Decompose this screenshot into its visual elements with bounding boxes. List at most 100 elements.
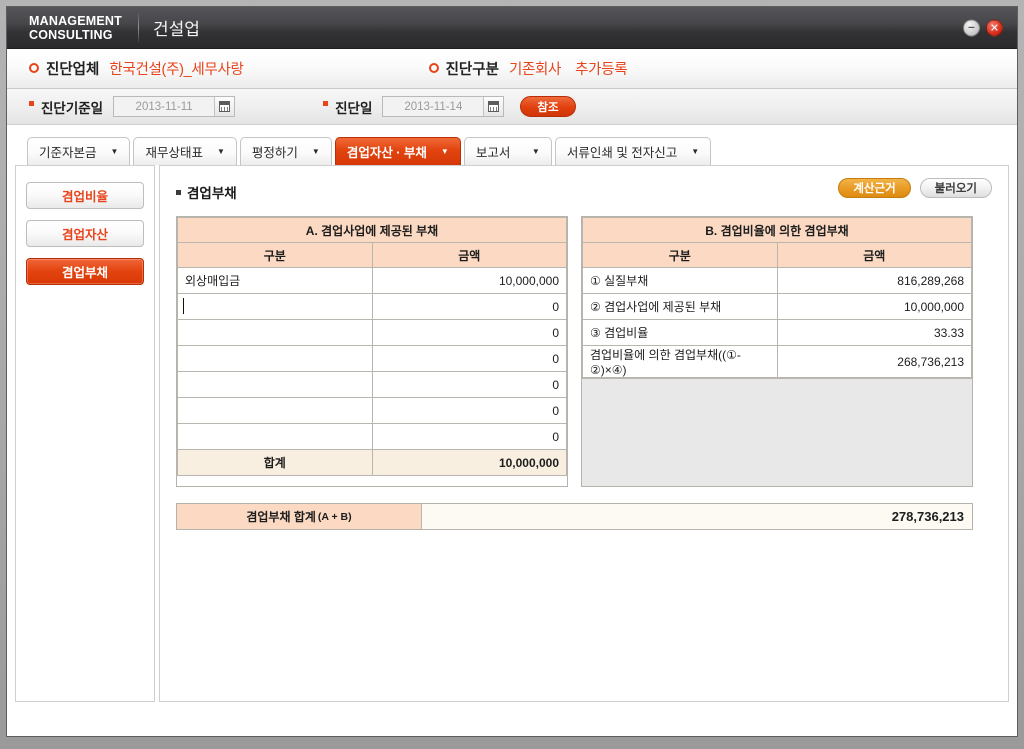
table-row[interactable]: 0 [177, 371, 567, 398]
category-value-secondary: 추가등록 [575, 62, 628, 78]
base-date-calendar-button[interactable] [214, 97, 235, 116]
title-bar: MANAGEMENT CONSULTING 건설업 – ✕ [7, 7, 1017, 49]
table-b-col-amount: 금액 [776, 242, 972, 268]
table-a-row-0-amount[interactable]: 10,000,000 [371, 267, 567, 294]
close-button[interactable]: ✕ [986, 19, 1003, 36]
table-a-row-0-name[interactable]: 외상매입금 [177, 267, 373, 294]
category-label: 진단구분 [445, 62, 499, 78]
table-b-header-row: 구분 금액 [582, 242, 972, 268]
table-b-container: B. 겸업비율에 의한 겸업부채 구분 금액 ① 실질부채 816,289,26… [581, 216, 973, 487]
diagnosis-date-input[interactable] [383, 97, 484, 116]
sidebar-item-side-liabilities[interactable]: 겸업부채 [26, 258, 144, 285]
table-a-sum-row: 합계 10,000,000 [177, 449, 567, 476]
company-info-group: 진단업체 한국건설(주)_세무사랑 [7, 58, 244, 79]
calculation-basis-button[interactable]: 계산근거 [838, 178, 911, 198]
table-row[interactable]: 0 [177, 397, 567, 424]
table-a-title-row: A. 겸업사업에 제공된 부채 [177, 217, 567, 243]
tab-side-assets-liabilities[interactable]: 겸업자산 · 부채 ▼ [334, 137, 461, 165]
square-bullet-icon [29, 101, 34, 106]
base-date-input[interactable] [114, 97, 215, 116]
base-date-field[interactable] [113, 96, 236, 117]
square-bullet-icon [323, 101, 329, 106]
table-row: 겸업비율에 의한 겸업부채((①-②)×④) 268,736,213 [582, 345, 972, 378]
tab-label: 겸업자산 · 부채 [346, 146, 427, 160]
sidebar-item-side-ratio[interactable]: 겸업비율 [26, 182, 144, 209]
grand-total-value: 278,736,213 [422, 504, 972, 529]
os-window-frame: MANAGEMENT CONSULTING 건설업 – ✕ 진단업체 한국건설(… [0, 0, 1024, 749]
grand-total-bar: 겸업부채 합계 (A + B) 278,736,213 [176, 503, 973, 530]
minimize-button[interactable]: – [963, 19, 980, 36]
sidebar: 겸업비율 겸업자산 겸업부채 [15, 165, 155, 702]
table-b-row-3-amount: 268,736,213 [776, 345, 972, 378]
table-a-sum-label: 합계 [177, 449, 373, 476]
grand-total-label-formula: (A + B) [317, 510, 352, 523]
application-window: MANAGEMENT CONSULTING 건설업 – ✕ 진단업체 한국건설(… [6, 6, 1018, 737]
diagnosis-date-field[interactable] [382, 96, 505, 117]
brand-line-2: CONSULTING [29, 27, 113, 42]
category-info-group: 진단구분 기존회사 추가등록 [244, 58, 628, 79]
tab-financial-statement[interactable]: 재무상태표 ▼ [133, 137, 237, 165]
square-bullet-icon [176, 190, 181, 195]
tab-label: 서류인쇄 및 전자신고 [566, 146, 678, 160]
tab-evaluation[interactable]: 평정하기 ▼ [239, 137, 332, 165]
table-a: A. 겸업사업에 제공된 부채 구분 금액 외상매입금 10,000,000 0… [177, 217, 567, 476]
diagnosis-date-label: 진단일 [335, 100, 373, 116]
table-row[interactable]: 0 [177, 423, 567, 450]
table-a-row-3-name[interactable] [177, 345, 373, 372]
table-row[interactable]: 0 [177, 293, 567, 320]
diagnosis-date-calendar-button[interactable] [483, 97, 504, 116]
load-button[interactable]: 불러오기 [919, 178, 992, 198]
brand-line-1: MANAGEMENT [29, 13, 122, 28]
tab-label: 재무상태표 [145, 146, 203, 160]
table-a-row-3-amount[interactable]: 0 [371, 345, 567, 372]
table-row[interactable]: 0 [177, 319, 567, 346]
brand-logo: MANAGEMENT CONSULTING [7, 14, 122, 42]
table-a-header-row: 구분 금액 [177, 242, 567, 268]
table-a-row-6-name[interactable] [177, 423, 373, 450]
table-a-row-5-amount[interactable]: 0 [371, 397, 567, 424]
date-selection-bar: 진단기준일 진단일 참조 [7, 89, 1017, 125]
table-b-row-2-name: ③ 겸업비율 [582, 319, 778, 346]
table-row: ① 실질부채 816,289,268 [582, 267, 972, 294]
table-b-row-1-amount: 10,000,000 [776, 293, 972, 320]
chevron-down-icon: ▼ [440, 146, 449, 156]
table-a-row-4-name[interactable] [177, 371, 373, 398]
chevron-down-icon: ▼ [110, 146, 119, 156]
diagnosis-info-bar: 진단업체 한국건설(주)_세무사랑 진단구분 기존회사 추가등록 [7, 49, 1017, 89]
company-label: 진단업체 [46, 62, 100, 78]
sidebar-item-side-assets[interactable]: 겸업자산 [26, 220, 144, 247]
circle-bullet-icon [428, 63, 439, 73]
tab-label: 기준자본금 [39, 146, 97, 160]
circle-bullet-icon [29, 63, 39, 73]
tab-label: 보고서 [475, 146, 511, 160]
tab-report[interactable]: 보고서 ▼ [463, 137, 552, 165]
table-b-row-0-amount: 816,289,268 [776, 267, 972, 294]
grand-total-label: 겸업부채 합계 (A + B) [177, 504, 422, 529]
tab-base-capital[interactable]: 기준자본금 ▼ [27, 137, 131, 165]
body-area: 겸업비율 겸업자산 겸업부채 겸업부채 계산근거 불러오기 A. 겸업사업에 제… [7, 165, 1017, 710]
table-row[interactable]: 0 [177, 345, 567, 372]
status-bar [7, 710, 1017, 718]
table-a-row-2-name[interactable] [177, 319, 373, 346]
page-title: 겸업부채 [176, 182, 237, 202]
reference-button[interactable]: 참조 [520, 96, 576, 117]
table-a-col-amount: 금액 [371, 242, 567, 268]
app-title: 건설업 [152, 20, 200, 39]
table-a-row-5-name[interactable] [177, 397, 373, 424]
title-divider [137, 12, 139, 43]
tab-document-print-efiling[interactable]: 서류인쇄 및 전자신고 ▼ [554, 137, 712, 165]
table-a-row-1-name[interactable] [177, 293, 373, 320]
table-b-col-category: 구분 [582, 242, 778, 268]
table-a-row-6-amount[interactable]: 0 [371, 423, 567, 450]
table-row[interactable]: 외상매입금 10,000,000 [177, 267, 567, 294]
tab-label: 평정하기 [251, 146, 298, 160]
content-panel: 겸업부채 계산근거 불러오기 A. 겸업사업에 제공된 부채 구분 금액 외상매… [159, 165, 1009, 702]
table-a-row-1-amount[interactable]: 0 [371, 293, 567, 320]
table-a-container: A. 겸업사업에 제공된 부채 구분 금액 외상매입금 10,000,000 0… [176, 216, 568, 487]
chevron-down-icon: ▼ [691, 146, 700, 156]
table-a-col-category: 구분 [177, 242, 373, 268]
table-a-title: A. 겸업사업에 제공된 부채 [177, 217, 567, 243]
table-a-row-2-amount[interactable]: 0 [371, 319, 567, 346]
calendar-icon [488, 101, 500, 112]
table-a-row-4-amount[interactable]: 0 [371, 371, 567, 398]
